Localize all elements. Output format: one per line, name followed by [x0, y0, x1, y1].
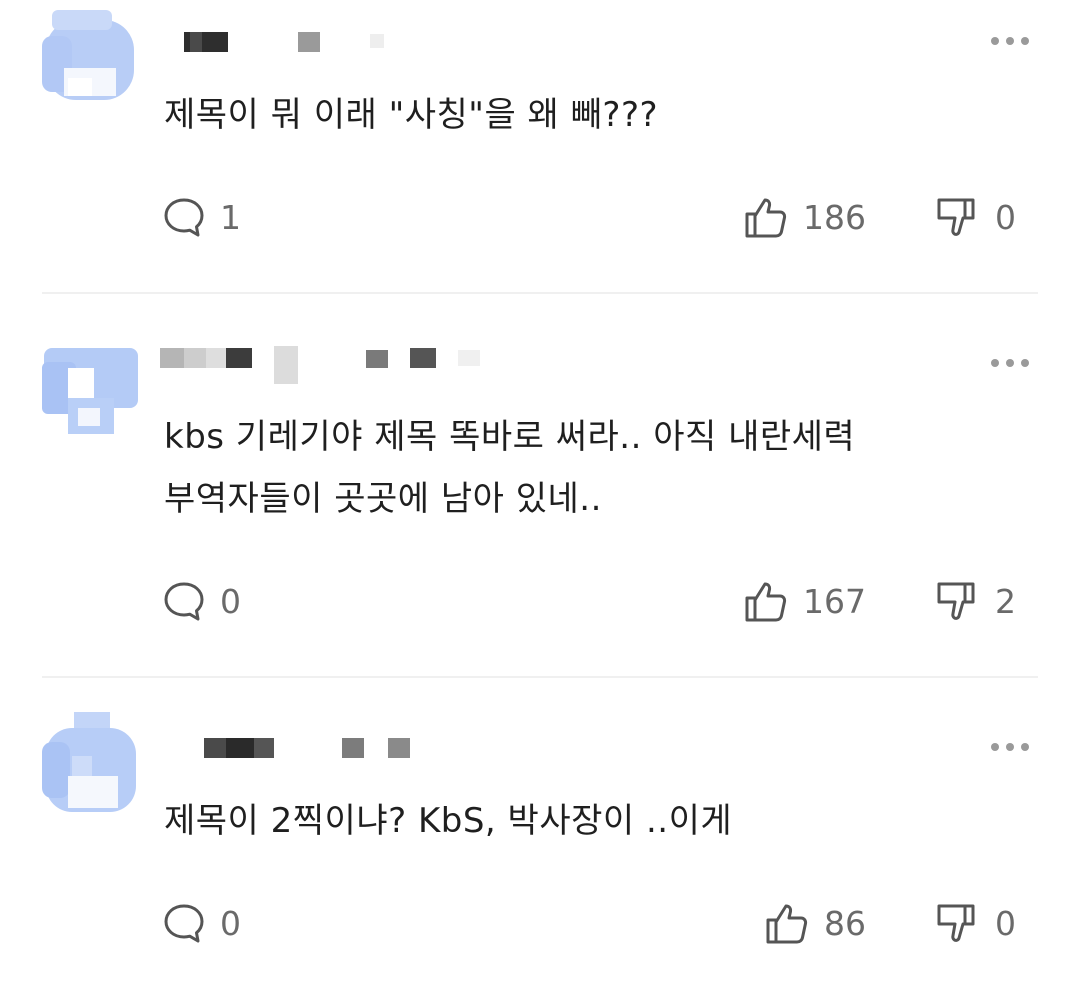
like-count: 167 — [803, 581, 866, 621]
dislike-count: 0 — [995, 197, 1016, 237]
nickname-redacted — [160, 22, 560, 62]
comment-text-line: 제목이 뭐 이래 "사칭"을 왜 빼??? — [164, 95, 659, 135]
divider — [42, 676, 1038, 678]
like-button[interactable]: 167 — [743, 576, 866, 626]
comment-text: 제목이 2찍이냐? KbS, 박사장이 ..이게 — [164, 790, 732, 852]
comment-text: 제목이 뭐 이래 "사칭"을 왜 빼??? — [164, 84, 658, 146]
more-dots-icon[interactable] — [990, 34, 1030, 48]
like-button[interactable]: 86 — [764, 898, 866, 948]
speech-bubble-icon — [162, 901, 206, 945]
thumbs-down-icon — [935, 578, 981, 624]
nickname-redacted — [160, 728, 560, 768]
reply-button[interactable]: 0 — [162, 898, 241, 948]
dislike-button[interactable]: 2 — [935, 576, 1016, 626]
like-button[interactable]: 186 — [743, 192, 866, 242]
avatar[interactable] — [42, 338, 138, 438]
thumbs-up-icon — [764, 900, 810, 946]
thumbs-up-icon — [743, 194, 789, 240]
dislike-count: 2 — [995, 581, 1016, 621]
dislike-button[interactable]: 0 — [935, 192, 1016, 242]
more-dots-icon[interactable] — [990, 356, 1030, 370]
reply-count: 1 — [220, 197, 241, 237]
comment-text-line: 부역자들이 곳곳에 남아 있네.. — [164, 479, 602, 519]
comment-actions: 1 186 0 — [0, 192, 1080, 242]
more-dots-icon[interactable] — [990, 740, 1030, 754]
comment-actions: 0 167 2 — [0, 576, 1080, 626]
divider — [42, 292, 1038, 294]
avatar[interactable] — [42, 712, 138, 812]
reply-button[interactable]: 1 — [162, 192, 241, 242]
avatar[interactable] — [42, 6, 138, 106]
thumbs-down-icon — [935, 900, 981, 946]
nickname-redacted — [160, 338, 560, 384]
thumbs-up-icon — [743, 578, 789, 624]
dislike-count: 0 — [995, 903, 1016, 943]
comment-actions: 0 86 0 — [0, 898, 1080, 948]
reply-count: 0 — [220, 581, 241, 621]
comment-text: kbs 기레기야 제목 똑바로 써라.. 아직 내란세력 부역자들이 곳곳에 남… — [164, 406, 855, 530]
comment-text-line: kbs 기레기야 제목 똑바로 써라.. 아직 내란세력 — [164, 417, 856, 457]
like-count: 186 — [803, 197, 866, 237]
like-count: 86 — [824, 903, 866, 943]
reply-count: 0 — [220, 903, 241, 943]
speech-bubble-icon — [162, 195, 206, 239]
comment-text-line: 제목이 2찍이냐? KbS, 박사장이 ..이게 — [164, 801, 733, 841]
dislike-button[interactable]: 0 — [935, 898, 1016, 948]
speech-bubble-icon — [162, 579, 206, 623]
thumbs-down-icon — [935, 194, 981, 240]
reply-button[interactable]: 0 — [162, 576, 241, 626]
